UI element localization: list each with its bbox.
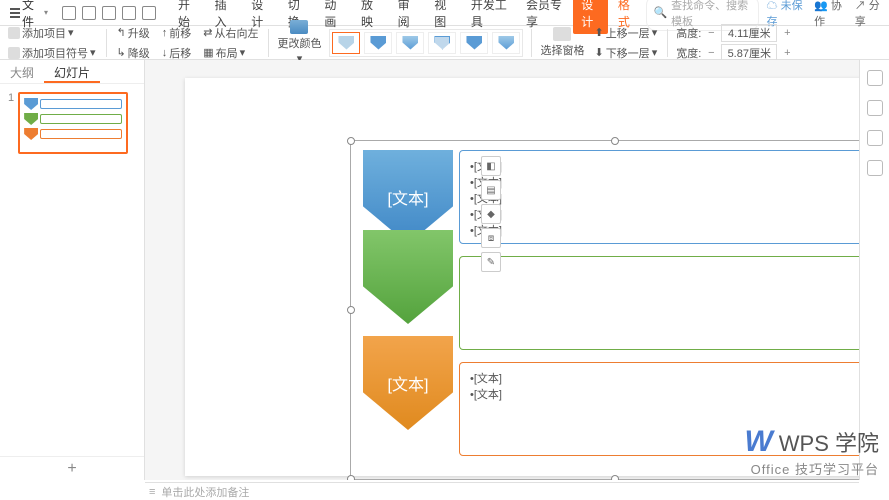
height-inc[interactable]: + [781,27,793,39]
add-item-button[interactable]: 添加项目 ▾ [6,24,98,42]
add-slide-button[interactable]: + [0,456,144,480]
smartart-chevron-2[interactable] [363,230,453,324]
rail-animation-icon[interactable] [867,100,883,116]
float-options-icon[interactable]: ⧈ [481,228,501,248]
style-item-1[interactable] [332,32,360,54]
add-bullet-button[interactable]: 添加项目符号 ▾ [6,44,98,62]
smartart-content-1[interactable]: •[文本] •[文本] •[文本] •[文本] •[文本] [459,150,859,244]
share-button[interactable]: ↗ 分享 [855,0,885,29]
demote-button[interactable]: ↳ 降级 [115,44,152,62]
resize-handle-ml[interactable] [347,306,355,314]
width-label: 宽度: [676,45,701,61]
style-item-5[interactable] [460,32,488,54]
move-next-button[interactable]: ↓ 后移 [160,44,194,62]
width-dec[interactable]: − [705,47,717,59]
change-color-button[interactable]: 更改颜色▾ [277,20,321,65]
send-backward-button[interactable]: ⬇ 下移一层 ▾ [592,44,659,62]
select-pane-icon [553,27,571,41]
float-layout-icon[interactable]: ▤ [481,180,501,200]
search-icon: 🔍 [653,6,667,19]
hamburger-icon [10,8,20,18]
select-pane-button[interactable]: 选择窗格 [540,27,584,58]
rail-properties-icon[interactable] [867,70,883,86]
height-label: 高度: [676,25,701,41]
resize-handle-bm[interactable] [611,475,619,480]
dropdown-icon: ▾ [44,8,48,17]
qat-undo-icon[interactable] [122,6,136,20]
float-edit-icon[interactable]: ✎ [481,252,501,272]
resize-handle-bl[interactable] [347,475,355,480]
qat-print-icon[interactable] [82,6,96,20]
smartart-content-2[interactable] [459,256,859,350]
qat-preview-icon[interactable] [102,6,116,20]
smartart-graphic[interactable]: [文本] •[文本] •[文本] •[文本] •[文本] •[文本] [文本] … [363,150,859,468]
layout-button[interactable]: ▦ 布局 ▾ [201,44,260,62]
style-item-2[interactable] [364,32,392,54]
resize-handle-tm[interactable] [611,137,619,145]
slide-canvas[interactable]: [文本] •[文本] •[文本] •[文本] •[文本] •[文本] [文本] … [145,60,859,480]
color-swatch-icon [290,20,308,34]
smartart-chevron-3[interactable]: [文本] [363,336,453,430]
float-style-icon[interactable]: ◆ [481,204,501,224]
notes-toggle-icon[interactable]: ≡ [149,486,155,498]
notes-placeholder[interactable]: 单击此处添加备注 [161,484,249,500]
floating-toolbar: ◧ ▤ ◆ ⧈ ✎ [481,156,501,272]
height-dec[interactable]: − [705,27,717,39]
style-item-4[interactable] [428,32,456,54]
qat-save-icon[interactable] [62,6,76,20]
width-inc[interactable]: + [781,47,793,59]
width-field[interactable]: 5.87厘米 [721,44,777,62]
style-item-6[interactable] [492,32,520,54]
qat-redo-icon[interactable] [142,6,156,20]
rtl-button[interactable]: ⇄ 从右向左 [201,24,260,42]
pane-tab-slides[interactable]: 幻灯片 [44,60,100,83]
smartart-chevron-1[interactable]: [文本] [363,150,453,244]
pane-tab-outline[interactable]: 大纲 [0,60,44,83]
smartart-content-3[interactable]: •[文本] •[文本] [459,362,859,456]
bring-forward-button[interactable]: ⬆ 上移一层 ▾ [592,24,659,42]
promote-button[interactable]: ↰ 升级 [115,24,152,42]
thumb-number: 1 [8,92,14,154]
resize-handle-tl[interactable] [347,137,355,145]
collab-button[interactable]: 👥 协作 [814,0,847,29]
rail-template-icon[interactable] [867,130,883,146]
float-add-shape-icon[interactable]: ◧ [481,156,501,176]
style-item-3[interactable] [396,32,424,54]
style-gallery [329,29,523,57]
slide-thumbnail-1[interactable] [18,92,128,154]
rail-tools-icon[interactable] [867,160,883,176]
move-prev-button[interactable]: ↑ 前移 [160,24,194,42]
height-field[interactable]: 4.11厘米 [721,24,777,42]
